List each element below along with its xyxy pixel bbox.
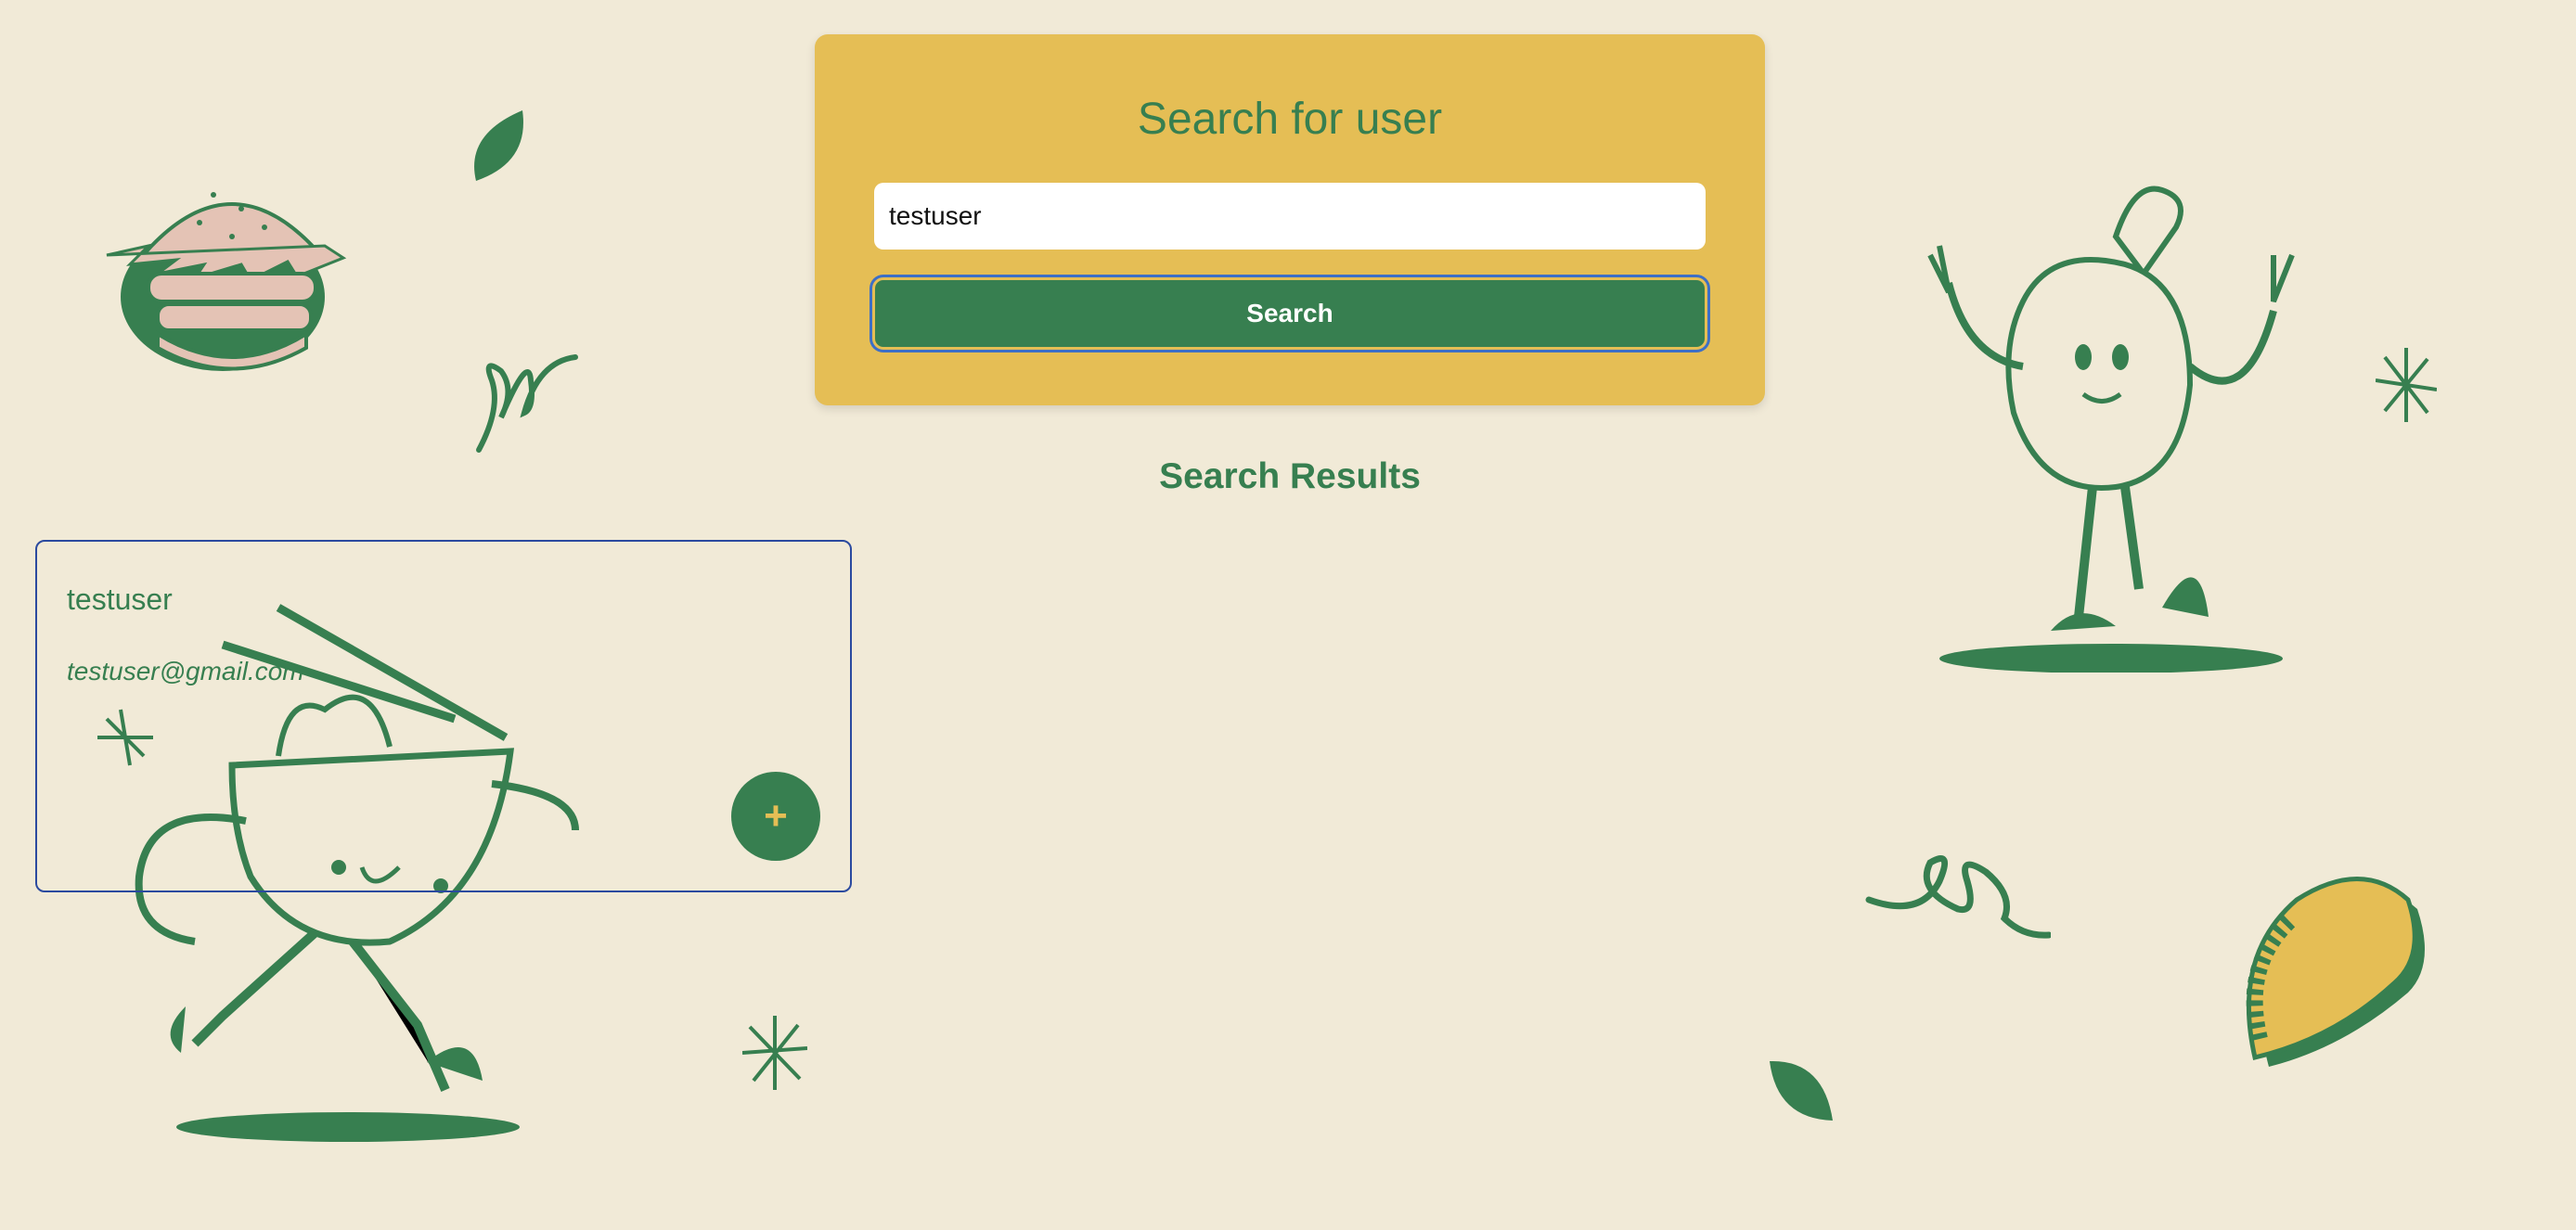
result-email: testuser@gmail.com	[67, 657, 304, 685]
sparkle-icon	[2376, 348, 2437, 422]
search-card: Search for user Search	[815, 34, 1765, 405]
chicken-leg-illustration	[1927, 186, 2295, 673]
leaf-icon	[1770, 1060, 1833, 1121]
squiggle-icon	[1865, 855, 2051, 939]
user-result-card: testuser testuser@gmail.com +	[35, 540, 852, 892]
burger-illustration	[106, 192, 347, 371]
results-title: Search Results	[1159, 456, 1421, 496]
search-title: Search for user	[1137, 95, 1443, 144]
result-username: testuser	[67, 583, 173, 616]
leaf-icon	[474, 110, 523, 181]
taco-illustration	[2246, 877, 2425, 1067]
add-user-button[interactable]: +	[731, 772, 820, 861]
search-input[interactable]	[874, 183, 1706, 250]
sparkle-icon	[742, 1016, 807, 1090]
squiggle-icon	[476, 354, 578, 453]
search-button[interactable]: Search	[872, 277, 1707, 350]
